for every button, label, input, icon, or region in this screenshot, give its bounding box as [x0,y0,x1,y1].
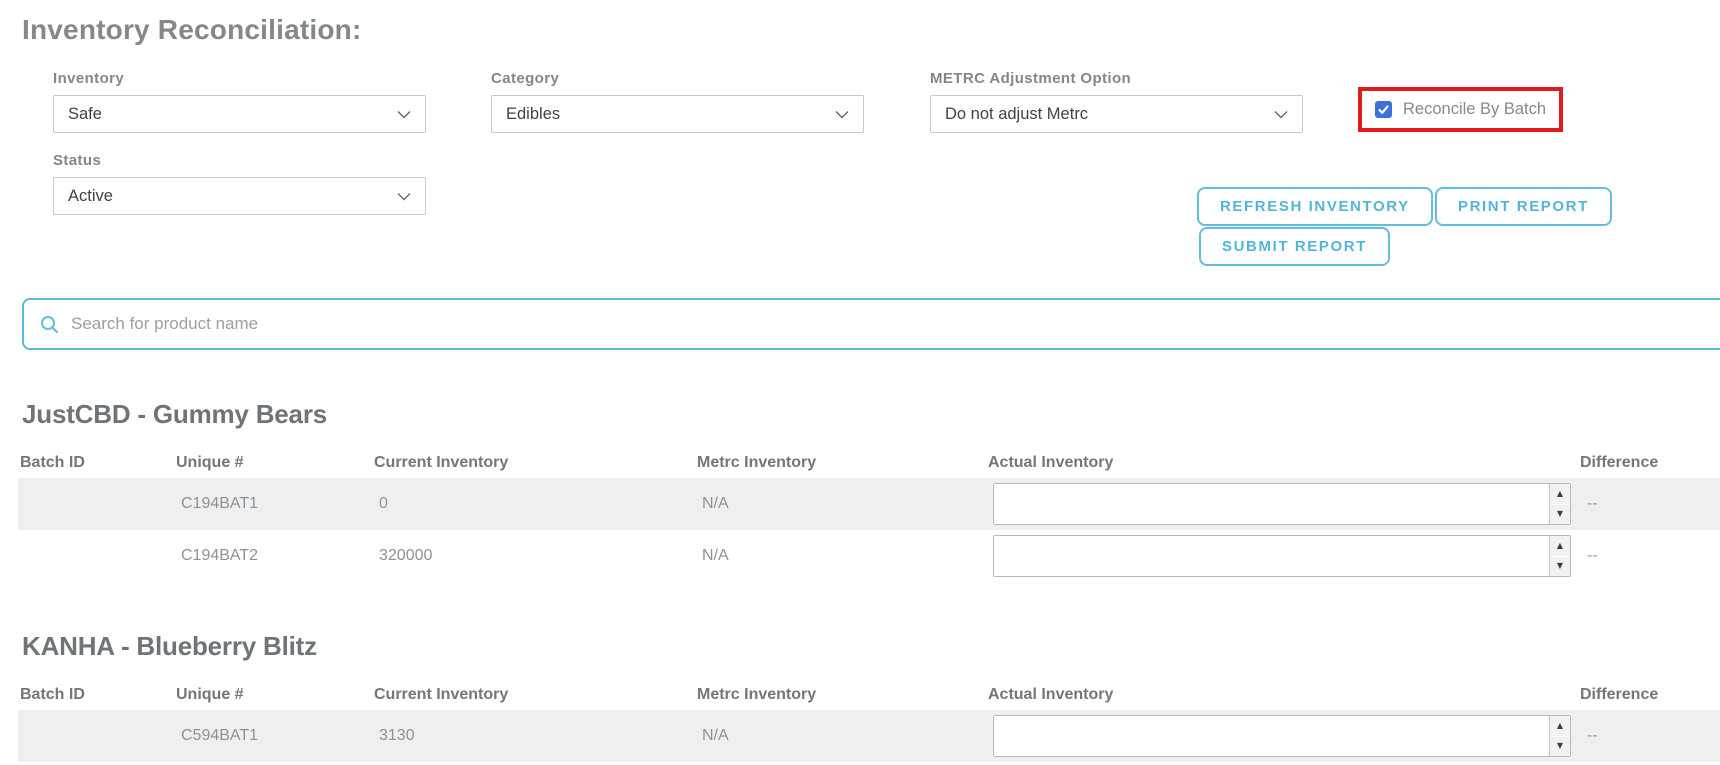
chevron-down-icon [835,110,849,119]
number-spinner: ▲▼ [1549,716,1570,756]
table-rows: C594BAT13130N/A▲▼-- [0,710,1720,762]
actual-inventory-input: ▲▼ [993,535,1571,577]
category-label: Category [491,70,559,87]
reconcile-by-batch-highlight: Reconcile By Batch [1358,87,1563,132]
actual-inventory-cell: ▲▼ [988,535,1580,577]
column-header: Actual Inventory [988,686,1580,704]
column-header: Unique # [176,686,374,704]
spin-up-icon: ▲ [1557,542,1563,550]
inventory-reconciliation-page: Inventory Reconciliation: Inventory Safe… [0,0,1720,765]
spin-up-icon: ▲ [1557,490,1563,498]
table-header-row: Batch IDUnique #Current InventoryMetrc I… [18,450,1720,472]
search-icon [40,315,59,334]
table-row: C194BAT2320000N/A▲▼-- [18,530,1720,582]
submit-report-button[interactable]: SUBMIT REPORT [1199,227,1390,266]
spin-down-button[interactable]: ▼ [1550,737,1570,757]
column-header: Batch ID [20,686,176,704]
metrc-inventory-cell: N/A [697,495,988,513]
column-header: Actual Inventory [988,454,1580,472]
spin-up-button[interactable]: ▲ [1550,716,1570,736]
spin-down-button[interactable]: ▼ [1550,557,1570,577]
spin-down-icon: ▼ [1557,562,1563,570]
status-select[interactable]: Active [53,177,426,215]
spin-down-icon: ▼ [1557,510,1563,518]
filter-form: Inventory Safe Category Edibles METRC Ad… [0,48,1720,298]
column-header: Current Inventory [374,686,697,704]
chevron-down-icon [397,192,411,201]
metrc-adjustment-label: METRC Adjustment Option [930,70,1131,87]
chevron-down-icon [1274,110,1288,119]
checkmark-icon [1377,103,1390,121]
inventory-label: Inventory [53,70,124,87]
column-header: Unique # [176,454,374,472]
metrc-inventory-cell: N/A [697,547,988,565]
current-inventory-cell: 0 [374,495,697,513]
search-input[interactable] [71,300,1720,348]
product-search-bar [22,298,1720,350]
spin-up-button[interactable]: ▲ [1550,536,1570,556]
actual-inventory-field[interactable] [994,536,1549,576]
status-label: Status [53,152,101,169]
actual-inventory-input: ▲▼ [993,483,1571,525]
product-section: KANHA - Blueberry Blitz Batch IDUnique #… [0,630,1720,762]
number-spinner: ▲▼ [1549,536,1570,576]
table-row: C594BAT13130N/A▲▼-- [18,710,1720,762]
reconcile-by-batch-checkbox[interactable] [1375,101,1392,118]
difference-cell: -- [1580,495,1720,513]
column-header: Current Inventory [374,454,697,472]
spin-down-button[interactable]: ▼ [1550,505,1570,525]
actual-inventory-field[interactable] [994,484,1549,524]
product-title: KANHA - Blueberry Blitz [22,630,1720,662]
reconcile-by-batch-label: Reconcile By Batch [1403,100,1546,119]
column-header: Difference [1580,686,1720,704]
inventory-select[interactable]: Safe [53,95,426,133]
current-inventory-cell: 320000 [374,547,697,565]
table-rows: C194BAT10N/A▲▼--C194BAT2320000N/A▲▼-- [0,478,1720,582]
products: JustCBD - Gummy Bears Batch IDUnique #Cu… [0,398,1720,762]
spin-up-button[interactable]: ▲ [1550,484,1570,504]
metrc-inventory-cell: N/A [697,727,988,745]
chevron-down-icon [397,110,411,119]
actual-inventory-field[interactable] [994,716,1549,756]
refresh-inventory-button[interactable]: REFRESH INVENTORY [1197,187,1433,226]
column-header: Metrc Inventory [697,454,988,472]
unique-number-cell: C594BAT1 [176,727,374,745]
difference-cell: -- [1580,727,1720,745]
column-header: Batch ID [20,454,176,472]
category-select-value: Edibles [506,105,835,124]
status-select-value: Active [68,187,397,206]
unique-number-cell: C194BAT2 [176,547,374,565]
spin-down-icon: ▼ [1557,742,1563,750]
column-header: Metrc Inventory [697,686,988,704]
unique-number-cell: C194BAT1 [176,495,374,513]
product-section: JustCBD - Gummy Bears Batch IDUnique #Cu… [0,398,1720,582]
metrc-adjustment-select[interactable]: Do not adjust Metrc [930,95,1303,133]
print-report-button[interactable]: PRINT REPORT [1435,187,1612,226]
number-spinner: ▲▼ [1549,484,1570,524]
metrc-adjustment-select-value: Do not adjust Metrc [945,105,1274,124]
actual-inventory-cell: ▲▼ [988,483,1580,525]
table-header-row: Batch IDUnique #Current InventoryMetrc I… [18,682,1720,704]
actual-inventory-cell: ▲▼ [988,715,1580,757]
category-select[interactable]: Edibles [491,95,864,133]
column-header: Difference [1580,454,1720,472]
actual-inventory-input: ▲▼ [993,715,1571,757]
inventory-select-value: Safe [68,105,397,124]
current-inventory-cell: 3130 [374,727,697,745]
difference-cell: -- [1580,547,1720,565]
product-title: JustCBD - Gummy Bears [22,398,1720,430]
spin-up-icon: ▲ [1557,722,1563,730]
table-row: C194BAT10N/A▲▼-- [18,478,1720,530]
page-title: Inventory Reconciliation: [22,12,1720,48]
